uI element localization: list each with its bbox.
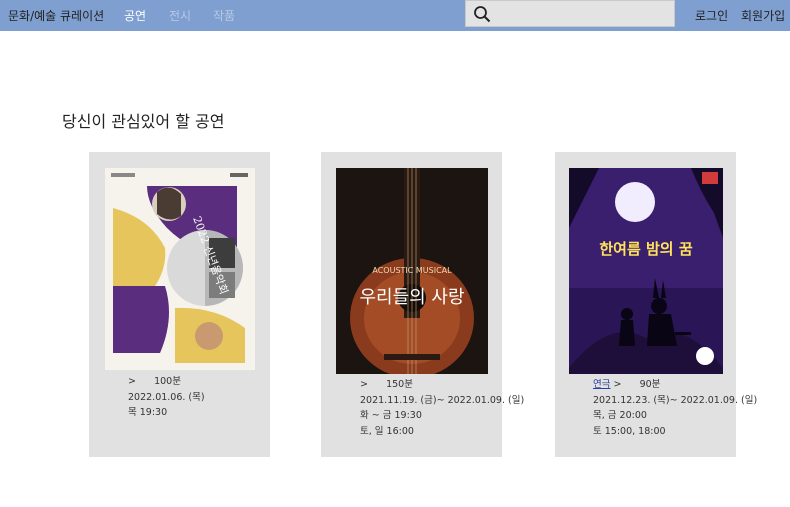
label-venue bbox=[569, 439, 593, 455]
card-info: > 150분 2021.11.19. (금)~ 2022.01.09. (일) … bbox=[336, 377, 524, 455]
site-brand[interactable]: 문화/예술 큐레이션 bbox=[8, 7, 104, 24]
time: 목 19:30 bbox=[128, 407, 168, 418]
performance-card[interactable]: 2022 신년음악회 > 100분 2022.01.06. (목) 목 19:3… bbox=[89, 152, 270, 457]
search-input[interactable] bbox=[465, 0, 675, 27]
performance-card[interactable]: ACOUSTIC MUSICAL 우리들의 사랑 > 150분 2021.11.… bbox=[321, 152, 524, 457]
date: 2022.01.06. (목) bbox=[128, 391, 205, 403]
date: 2021.12.23. (목)~ 2022.01.09. (일) bbox=[593, 394, 758, 406]
card-info: 연극 > 90분 2021.12.23. (목)~ 2022.01.09. (일… bbox=[569, 377, 757, 455]
poster-title: 우리들의 사랑 bbox=[359, 287, 464, 308]
section-title: 당신이 관심있어 할 공연 bbox=[62, 112, 225, 131]
label-time bbox=[336, 408, 360, 424]
poster-image[interactable]: ACOUSTIC MUSICAL 우리들의 사랑 bbox=[336, 168, 488, 374]
label-genre bbox=[104, 374, 128, 390]
nav-item-artwork[interactable]: 작품 bbox=[213, 7, 235, 24]
poster-title: 한여름 밤의 꿈 bbox=[599, 240, 692, 258]
category-link[interactable]: 연극 bbox=[593, 379, 610, 390]
label-date bbox=[104, 390, 128, 406]
time: 화 ~ 금 19:30 bbox=[360, 410, 422, 421]
time-secondary: 토 15:00, 18:00 bbox=[593, 425, 666, 437]
top-navigation-bar: 문화/예술 큐레이션 공연 전시 작품 로그인 회원가입 bbox=[0, 0, 790, 31]
signup-link[interactable]: 회원가입 bbox=[741, 7, 785, 24]
label-venue bbox=[104, 421, 128, 437]
label-time bbox=[104, 405, 128, 421]
duration: 90분 bbox=[639, 379, 661, 390]
login-link[interactable]: 로그인 bbox=[695, 7, 728, 24]
performance-card[interactable]: 한여름 밤의 꿈 연극 > 90분 2021.12.23. (목)~ 2022.… bbox=[555, 152, 757, 457]
duration: 100분 bbox=[154, 376, 181, 387]
search-icon[interactable] bbox=[473, 5, 491, 23]
poster-subtitle: ACOUSTIC MUSICAL bbox=[372, 266, 452, 275]
card-info: > 100분 2022.01.06. (목) 목 19:30 bbox=[104, 374, 266, 452]
label-time bbox=[569, 408, 593, 424]
label-venue bbox=[336, 439, 360, 455]
date: 2021.11.19. (금)~ 2022.01.09. (일) bbox=[360, 394, 525, 406]
nav-item-performance[interactable]: 공연 bbox=[124, 7, 146, 24]
time-secondary: 토, 일 16:00 bbox=[360, 425, 414, 437]
poster-image[interactable]: 2022 신년음악회 bbox=[105, 168, 255, 370]
label-genre bbox=[569, 377, 593, 393]
nav-item-exhibition[interactable]: 전시 bbox=[169, 7, 191, 24]
duration: 150분 bbox=[386, 379, 413, 390]
time: 목, 금 20:00 bbox=[593, 410, 647, 421]
label-date bbox=[569, 393, 593, 409]
label-date bbox=[336, 393, 360, 409]
label-genre bbox=[336, 377, 360, 393]
poster-image[interactable]: 한여름 밤의 꿈 bbox=[569, 168, 723, 374]
label-extra bbox=[104, 436, 128, 452]
